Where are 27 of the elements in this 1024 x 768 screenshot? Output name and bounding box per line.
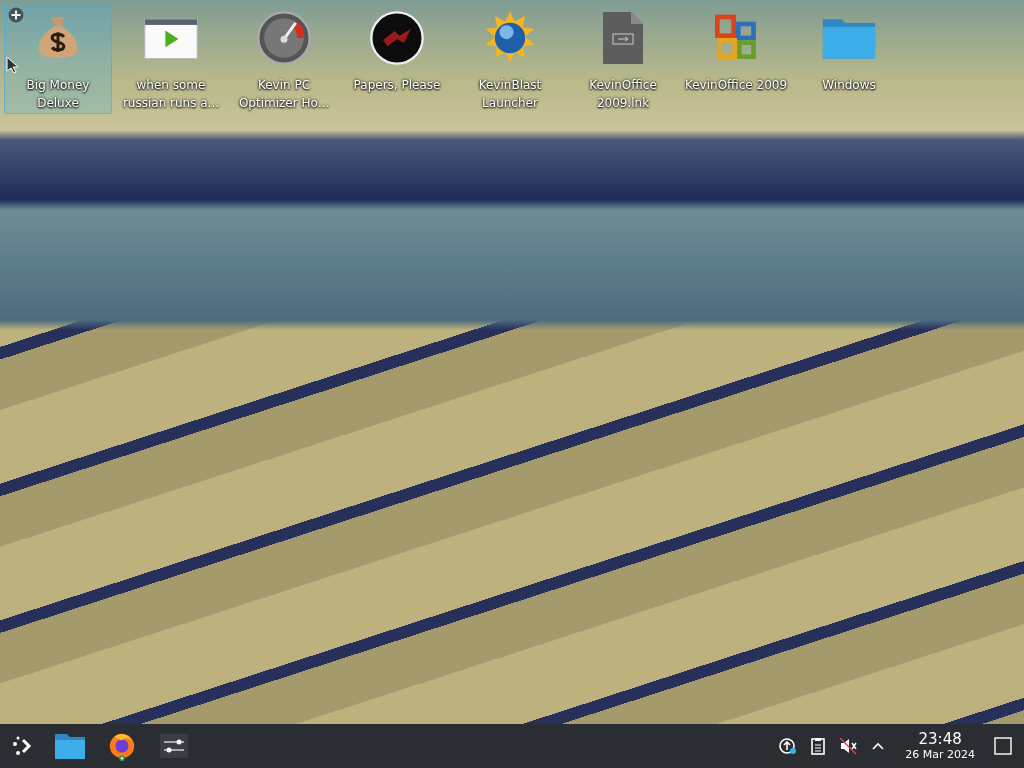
icon-label: KevinOffice 2009.lnk: [588, 77, 658, 112]
desktop-icon[interactable]: Kevin PC Optimizer Ho...: [230, 3, 338, 114]
desktop-icon[interactable]: KevinOffice 2009: [682, 3, 790, 114]
gauge-icon: [256, 10, 312, 66]
clock[interactable]: 23:48 26 Mar 2024: [905, 730, 975, 762]
show-desktop-icon[interactable]: [993, 736, 1013, 756]
icon-label: Big Money Deluxe: [25, 77, 91, 112]
desktop-icon[interactable]: Big Money Deluxe: [4, 3, 112, 114]
desktop-icon[interactable]: when some russian runs a...: [117, 3, 225, 114]
icon-label: Windows: [822, 77, 876, 94]
icon-label: when some russian runs a...: [121, 77, 221, 112]
icon-label: Papers, Please: [353, 77, 441, 94]
icon-label: KevinOffice 2009: [684, 77, 788, 94]
desktop-icon[interactable]: KevinOffice 2009.lnk: [569, 3, 677, 114]
mouse-pointer-icon: [6, 56, 18, 74]
folder-icon: [54, 731, 86, 761]
desktop-icon[interactable]: Papers, Please: [343, 3, 451, 114]
sliders-icon: [158, 731, 190, 761]
desktop-icon[interactable]: Windows: [795, 3, 903, 114]
desktop-icon[interactable]: KevinBlast Launcher: [456, 3, 564, 114]
seal-icon: [369, 10, 425, 66]
launcher-icon: [10, 734, 34, 758]
update-icon[interactable]: [778, 736, 799, 756]
muted-speaker-icon[interactable]: [838, 736, 859, 756]
icon-label: KevinBlast Launcher: [477, 77, 543, 112]
add-icon[interactable]: [8, 7, 24, 23]
icon-label: Kevin PC Optimizer Ho...: [237, 77, 331, 112]
